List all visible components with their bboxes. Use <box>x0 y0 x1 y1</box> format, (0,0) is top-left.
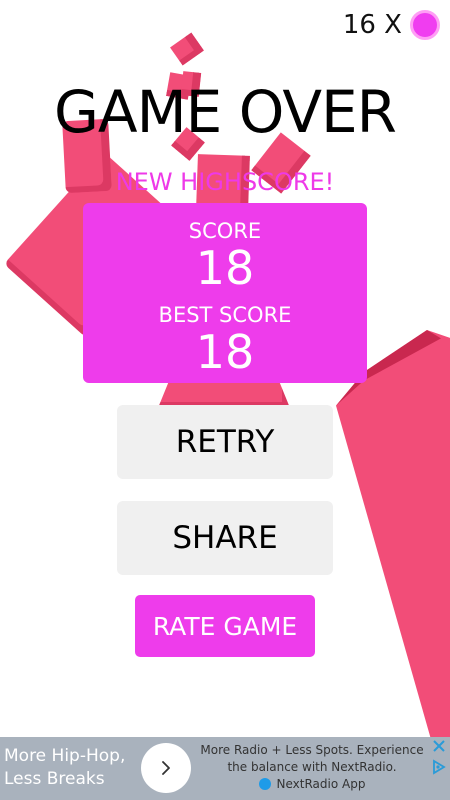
adchoices-icon[interactable] <box>431 759 447 775</box>
background-block <box>336 330 450 750</box>
coin-count-label: 16 X <box>342 10 402 40</box>
game-over-title: GAME OVER <box>53 78 397 146</box>
nextradio-app-icon <box>258 778 271 790</box>
score-label: SCORE <box>188 219 262 243</box>
ad-banner[interactable]: More Hip-Hop, Less Breaks More Radio + L… <box>0 737 450 800</box>
close-icon[interactable] <box>432 739 446 753</box>
rate-game-button[interactable]: RATE GAME <box>135 595 315 657</box>
coin-counter: 16 X <box>343 10 440 40</box>
chevron-right-icon <box>162 761 170 775</box>
share-button[interactable]: SHARE <box>117 501 333 575</box>
game-over-screen: 16 X GAME OVER NEW HIGHSCORE! SCORE 18 B… <box>0 0 450 800</box>
ad-open-button[interactable] <box>141 743 191 793</box>
ad-headline: More Hip-Hop, Less Breaks <box>4 746 126 789</box>
background-block <box>170 32 204 66</box>
score-card: SCORE 18 BEST SCORE 18 <box>83 203 367 383</box>
ad-app-row: NextRadio App <box>194 777 430 791</box>
pink-coin-icon <box>410 10 440 40</box>
score-value: 18 <box>195 241 255 295</box>
retry-button[interactable]: RETRY <box>117 405 333 479</box>
ad-app-name: NextRadio App <box>276 777 366 791</box>
best-score-value: 18 <box>195 325 255 379</box>
best-score-label: BEST SCORE <box>158 303 292 327</box>
ad-body-text: More Radio + Less Spots. Experience the … <box>200 743 424 774</box>
new-highscore-label: NEW HIGHSCORE! <box>115 168 335 196</box>
